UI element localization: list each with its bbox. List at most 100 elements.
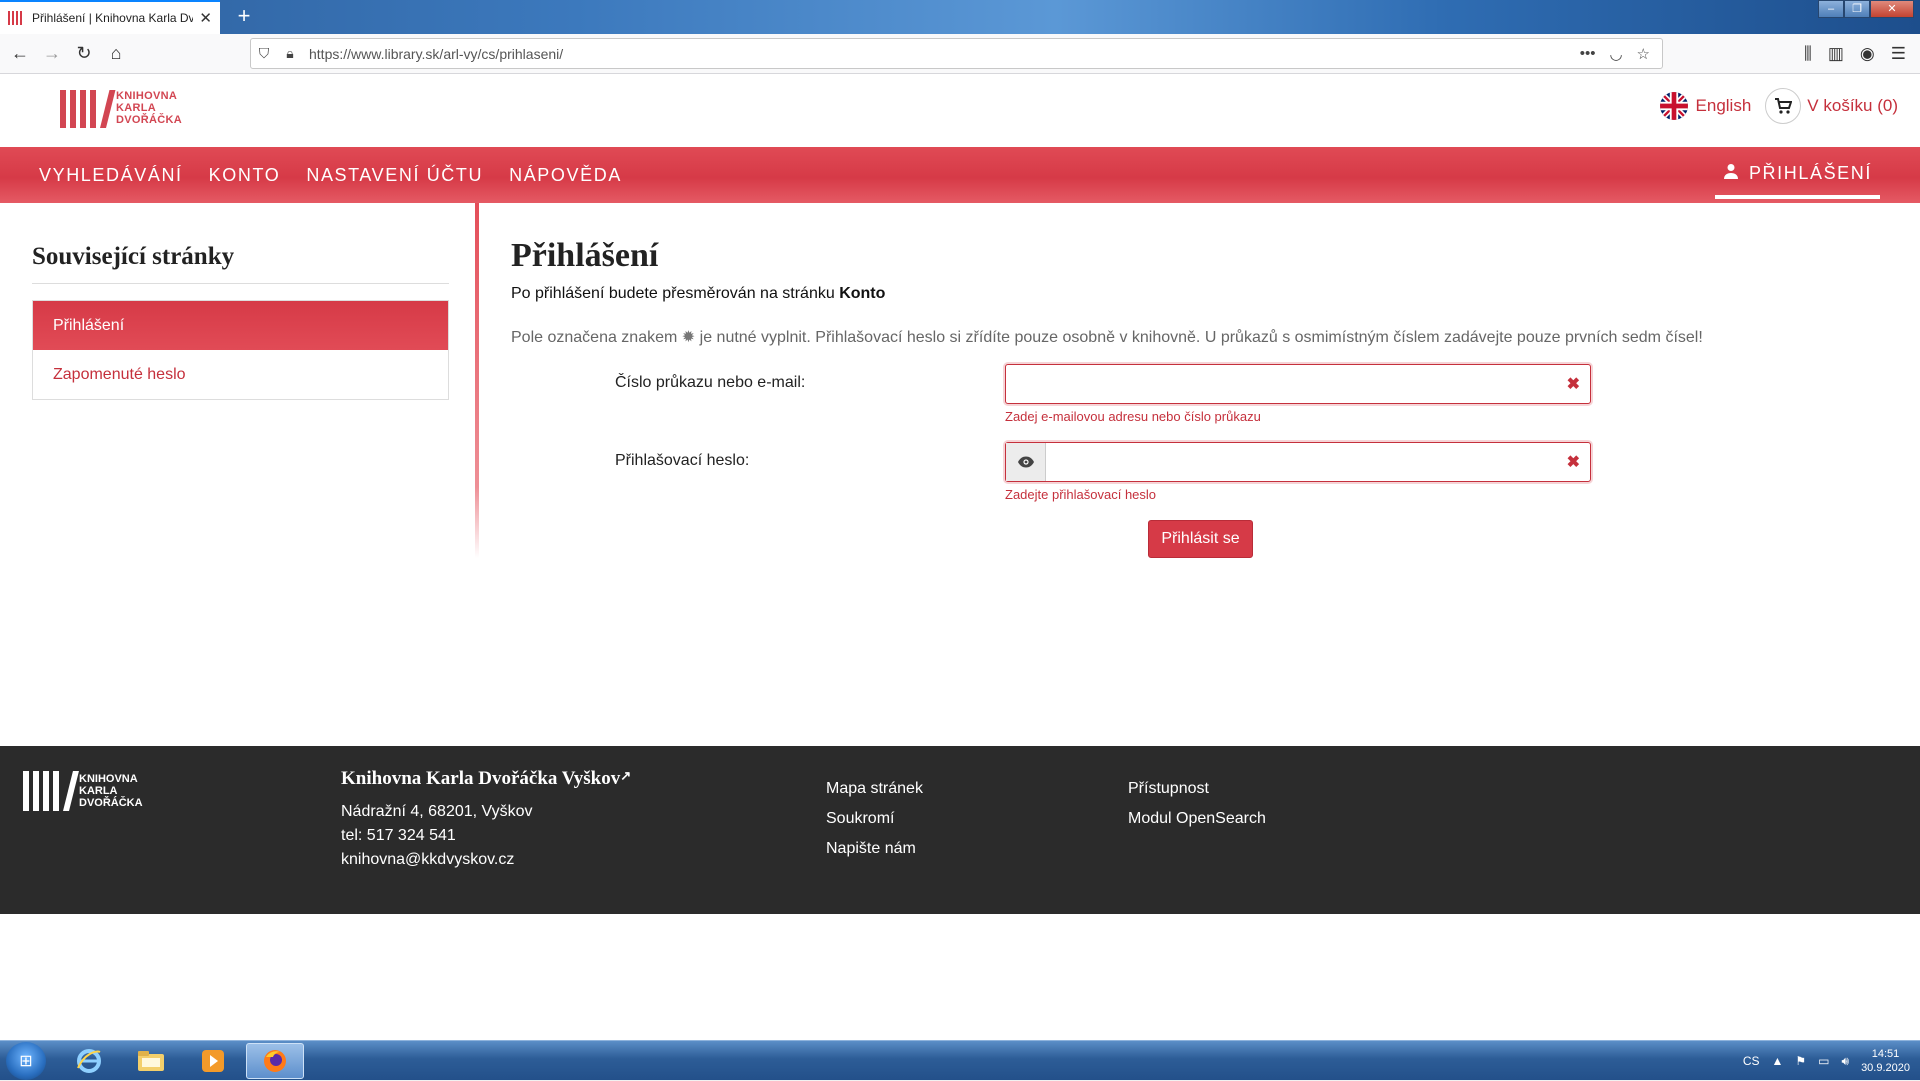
card-error: Zadej e-mailovou adresu nebo číslo průka… (1005, 409, 1261, 424)
address-bar[interactable]: ⛉ 🔒︎ https://www.library.sk/arl-vy/cs/pr… (250, 38, 1663, 69)
clock[interactable]: 14:51 30.9.2020 (1861, 1047, 1910, 1075)
logo-bars-icon (60, 88, 116, 128)
page-content: Související stránky Přihlášení Zapomenut… (0, 203, 1920, 746)
maximize-button[interactable]: ❐ (1844, 0, 1870, 18)
vertical-divider (475, 203, 479, 558)
browser-right-tools: ⫼ ▥ ◉ ☰ (1804, 38, 1920, 69)
password-error: Zadejte přihlašovací heslo (1005, 487, 1157, 502)
reload-icon[interactable]: ↻ (68, 38, 100, 70)
browser-tab[interactable]: Přihlášení | Knihovna Karla Dvo ✕ (0, 0, 220, 34)
action-center-flag-icon[interactable]: ⚑ (1795, 1054, 1806, 1068)
system-tray: CS ▲ ⚑ ▭ 🔊︎ 14:51 30.9.2020 (1743, 1041, 1910, 1081)
lock-icon[interactable]: 🔒︎ (277, 45, 303, 62)
nav-item-help[interactable]: NÁPOVĚDA (509, 165, 622, 186)
password-label: Přihlašovací heslo: (615, 452, 750, 469)
file-explorer-icon[interactable] (122, 1043, 180, 1079)
footer-link-accessibility[interactable]: Přístupnost (1128, 774, 1266, 804)
footer-links-2: Přístupnost Modul OpenSearch (1128, 774, 1266, 834)
window-close-button[interactable]: ✕ (1870, 0, 1914, 18)
sidebar-icon[interactable]: ▥ (1828, 44, 1844, 64)
clear-card-icon[interactable]: ✖ (1567, 374, 1580, 394)
new-tab-button[interactable]: + (230, 2, 258, 30)
browser-toolbar: ← → ↻ ⌂ ⛉ 🔒︎ https://www.library.sk/arl-… (0, 34, 1920, 74)
url-text[interactable]: https://www.library.sk/arl-vy/cs/prihlas… (303, 46, 1580, 62)
login-submit-button[interactable]: Přihlásit se (1148, 520, 1253, 558)
internet-explorer-icon[interactable] (60, 1043, 118, 1079)
menu-icon[interactable]: ☰ (1891, 44, 1906, 64)
uk-flag-icon (1659, 92, 1688, 120)
login-main: Přihlášení Po přihlášení budete přesměro… (511, 203, 1891, 560)
footer-link-privacy[interactable]: Soukromí (826, 804, 923, 834)
redirect-note: Po přihlášení budete přesměrován na strá… (511, 285, 886, 302)
sidebar-title: Související stránky (32, 203, 449, 284)
site-logo[interactable]: KNIHOVNA KARLA DVOŘÁČKA (60, 88, 182, 128)
pocket-icon[interactable]: ◡ (1609, 45, 1622, 63)
windows-taskbar: ⊞ CS ▲ ⚑ ▭ 🔊︎ 14:51 30.9.2020 (0, 1040, 1920, 1080)
required-star-icon: ✹ (681, 329, 696, 346)
required-hint: Pole označena znakem ✹ je nutné vyplnit.… (511, 329, 1703, 346)
nav-login-label: PŘIHLÁŠENÍ (1748, 162, 1872, 183)
page-title: Přihlášení (511, 237, 659, 274)
footer-address: Nádražní 4, 68201, Vyškov (341, 803, 533, 820)
volume-icon[interactable]: 🔊︎ (1842, 1054, 1850, 1069)
account-icon[interactable]: ◉ (1860, 44, 1875, 64)
related-pages-sidebar: Související stránky Přihlášení Zapomenut… (32, 203, 449, 400)
footer-phone: tel: 517 324 541 (341, 827, 456, 844)
bookmark-star-icon[interactable]: ☆ (1637, 45, 1650, 63)
external-link-icon: ↗ (620, 768, 632, 783)
card-row: Číslo průkazu nebo e-mail: ✖ (511, 364, 1891, 404)
footer-link-contact[interactable]: Napište nám (826, 834, 923, 864)
cart-link[interactable]: V košíku (0) (1765, 88, 1898, 124)
firefox-icon[interactable] (246, 1043, 304, 1079)
library-favicon-icon (8, 11, 24, 25)
back-icon[interactable]: ← (4, 38, 36, 70)
site-header: KNIHOVNA KARLA DVOŘÁČKA English V košíku… (0, 74, 1920, 147)
sidebar-item-login[interactable]: Přihlášení (33, 301, 448, 350)
browser-titlebar: Přihlášení | Knihovna Karla Dvo ✕ + – ❐ … (0, 0, 1920, 34)
forward-icon[interactable]: → (36, 38, 68, 70)
network-icon[interactable]: ▭ (1818, 1054, 1829, 1068)
page-actions-icon[interactable]: ••• (1580, 45, 1596, 63)
nav-item-settings[interactable]: NASTAVENÍ ÚČTU (306, 165, 483, 186)
tab-title: Přihlášení | Knihovna Karla Dvo (32, 11, 194, 25)
keyboard-language[interactable]: CS (1743, 1054, 1760, 1068)
tab-close-icon[interactable]: ✕ (199, 9, 212, 27)
password-row: Přihlašovací heslo: ✖ (511, 442, 1891, 482)
tray-expand-icon[interactable]: ▲ (1772, 1054, 1784, 1068)
footer-link-opensearch[interactable]: Modul OpenSearch (1128, 804, 1266, 834)
clear-password-icon[interactable]: ✖ (1567, 452, 1580, 472)
nav-login[interactable]: PŘIHLÁŠENÍ (1714, 151, 1880, 199)
card-input[interactable]: ✖ (1005, 364, 1591, 404)
start-button-windows-icon[interactable]: ⊞ (6, 1042, 46, 1080)
shield-icon[interactable]: ⛉ (251, 45, 277, 62)
footer-logo[interactable]: KNIHOVNA KARLA DVOŘÁČKA (23, 771, 143, 811)
footer-links-1: Mapa stránek Soukromí Napište nám (826, 774, 923, 864)
footer-logo-text: KNIHOVNA KARLA DVOŘÁČKA (79, 773, 143, 809)
cart-label: V košíku (0) (1807, 96, 1898, 115)
library-icon[interactable]: ⫼ (1804, 44, 1812, 64)
language-label: English (1695, 96, 1752, 115)
password-input[interactable]: ✖ (1005, 442, 1591, 482)
sidebar-list: Přihlášení Zapomenuté heslo (32, 300, 449, 400)
nav-item-account[interactable]: KONTO (209, 165, 281, 186)
web-page: KNIHOVNA KARLA DVOŘÁČKA English V košíku… (0, 74, 1920, 1040)
footer-library-name[interactable]: Knihovna Karla Dvořáčka Vyškov↗ (341, 768, 631, 790)
media-player-icon[interactable] (184, 1043, 242, 1079)
card-label: Číslo průkazu nebo e-mail: (615, 374, 806, 391)
show-password-eye-icon[interactable] (1006, 443, 1046, 481)
footer-contact: Knihovna Karla Dvořáčka Vyškov↗ Nádražní… (341, 768, 631, 872)
nav-item-search[interactable]: VYHLEDÁVÁNÍ (39, 165, 183, 186)
language-switch[interactable]: English (1659, 92, 1752, 120)
site-footer: KNIHOVNA KARLA DVOŘÁČKA Knihovna Karla D… (0, 746, 1920, 914)
footer-email[interactable]: knihovna@kkdvyskov.cz (341, 848, 631, 872)
footer-logo-bars-icon (23, 771, 79, 811)
window-controls: – ❐ ✕ (1818, 0, 1914, 18)
cart-icon (1765, 88, 1802, 124)
sidebar-item-forgotten-password[interactable]: Zapomenuté heslo (33, 350, 448, 399)
minimize-button[interactable]: – (1818, 0, 1844, 18)
main-navigation: VYHLEDÁVÁNÍ KONTO NASTAVENÍ ÚČTU NÁPOVĚD… (0, 147, 1920, 203)
footer-link-sitemap[interactable]: Mapa stránek (826, 774, 923, 804)
home-icon[interactable]: ⌂ (100, 38, 132, 70)
logo-text: KNIHOVNA KARLA DVOŘÁČKA (116, 90, 182, 126)
redirect-target: Konto (839, 285, 886, 302)
